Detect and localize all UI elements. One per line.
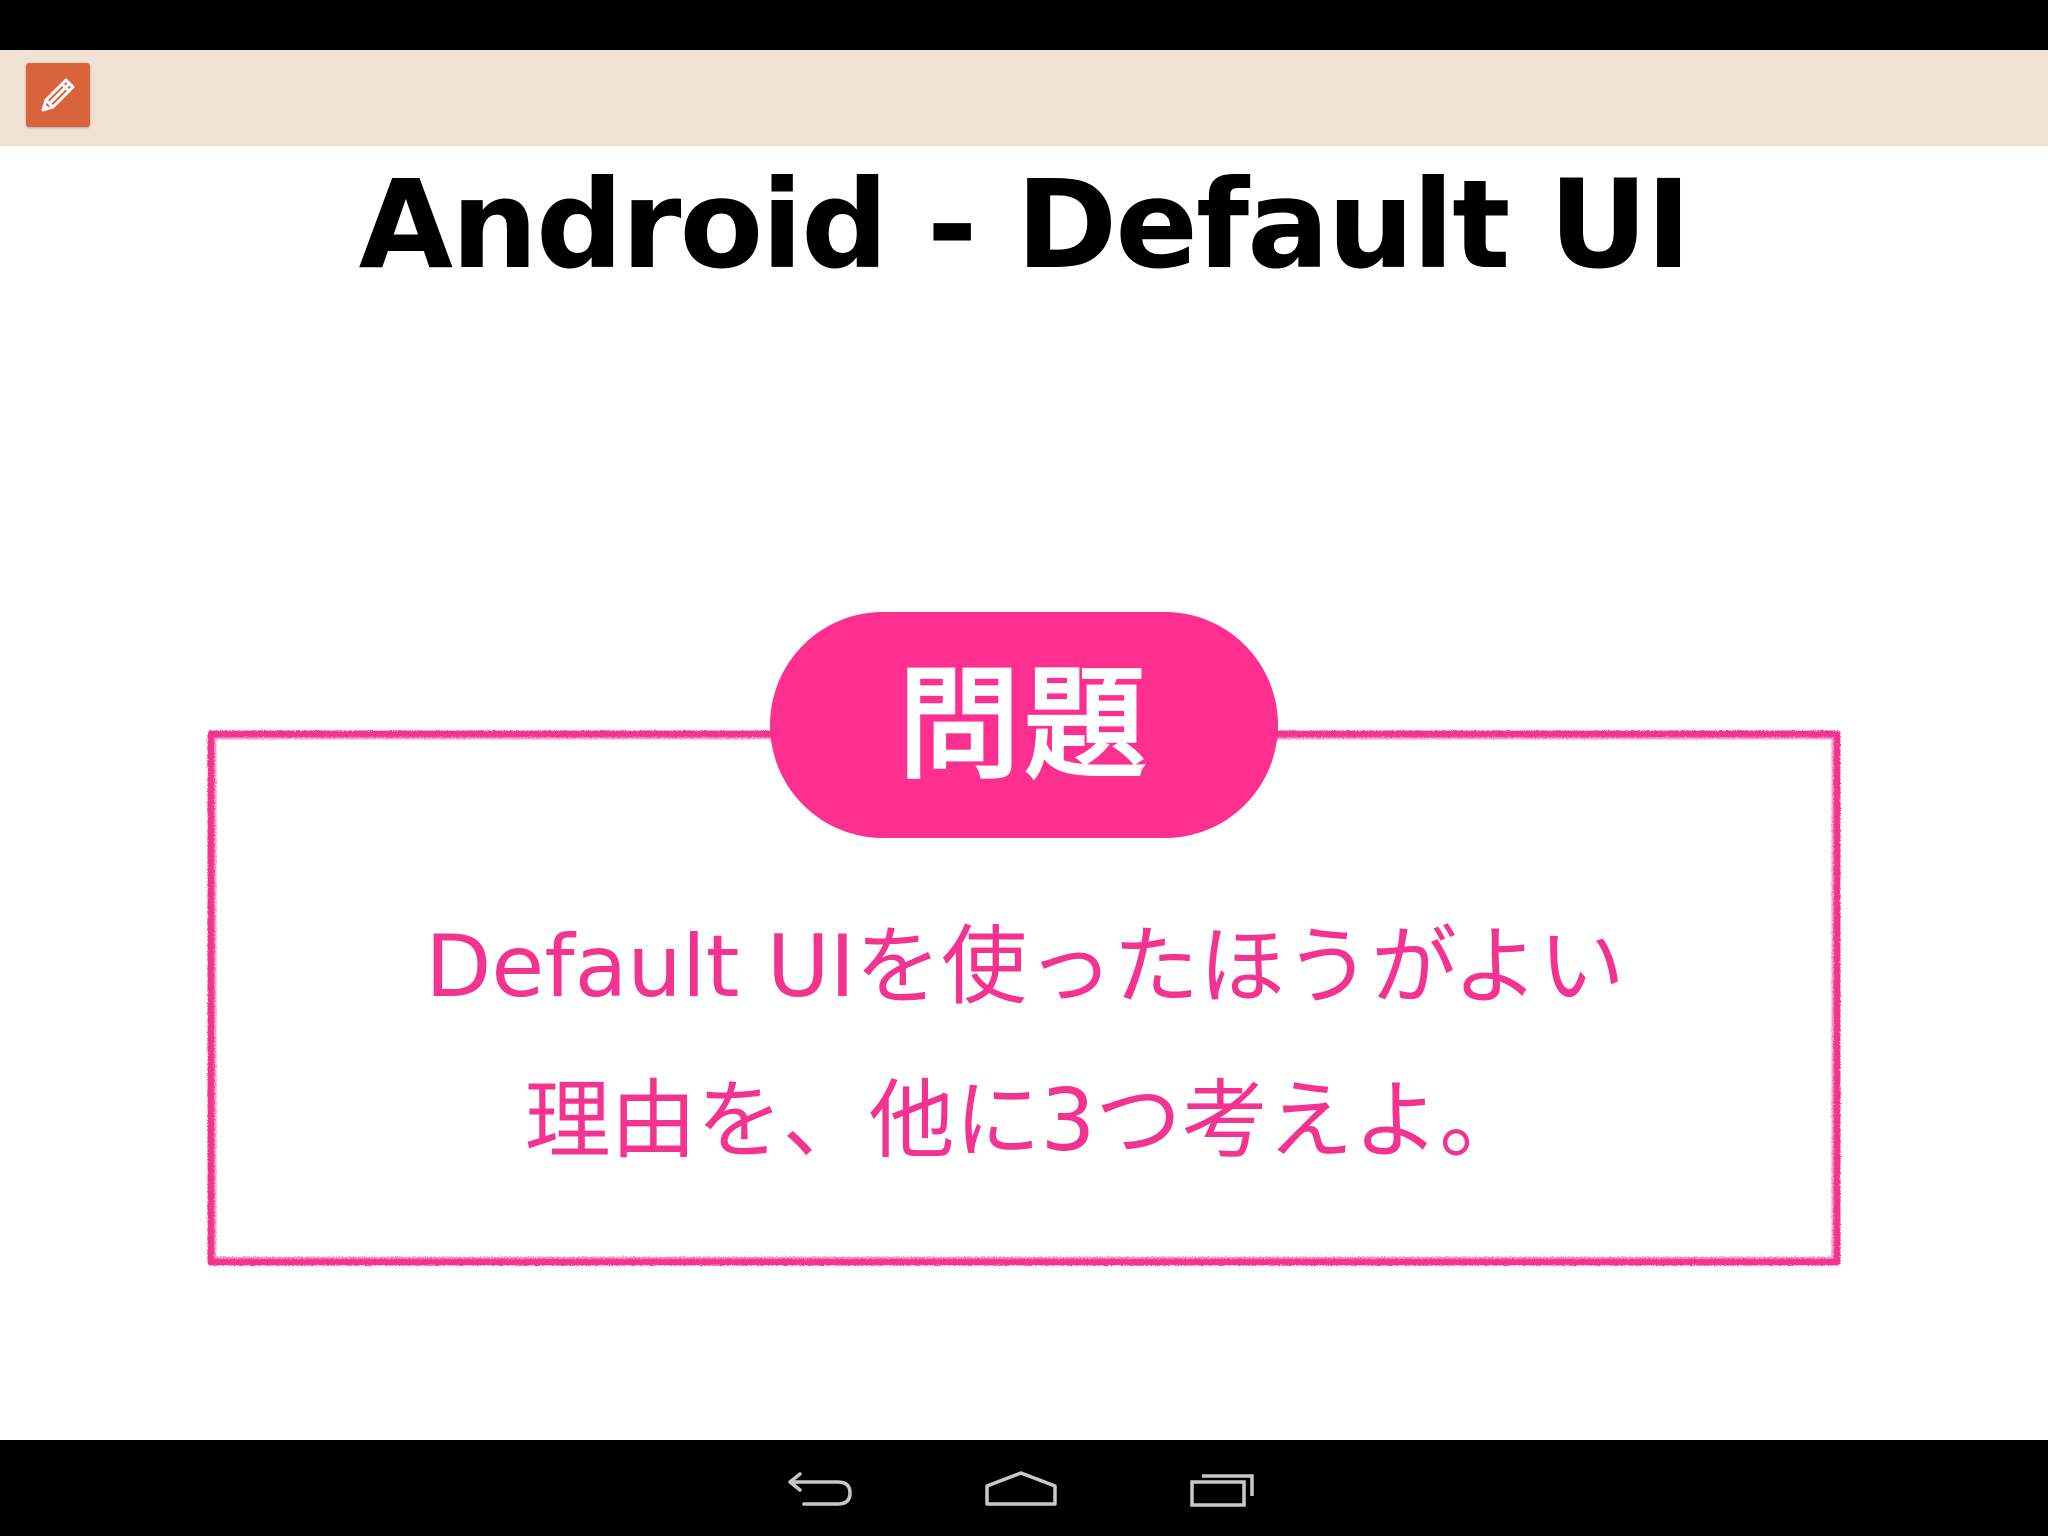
- home-icon: [985, 1471, 1057, 1506]
- back-button[interactable]: [766, 1440, 876, 1536]
- question-badge-label: 問題: [898, 654, 1150, 796]
- back-icon: [788, 1472, 852, 1506]
- question-text: Default UIを使ったほうがよい 理由を、他に3つ考えよ。: [230, 890, 1820, 1198]
- question-line-2: 理由を、他に3つ考えよ。: [524, 1071, 1526, 1171]
- recent-apps-icon: [1190, 1474, 1254, 1507]
- question-badge: 問題: [770, 612, 1278, 838]
- app-bar: [0, 50, 2048, 146]
- home-button[interactable]: [966, 1440, 1076, 1536]
- navigation-bar: [0, 1440, 2048, 1536]
- slide-title: Android - Default UI: [358, 154, 1692, 296]
- question-line-1: Default UIを使ったほうがよい: [425, 917, 1625, 1017]
- pencil-icon[interactable]: [26, 63, 90, 127]
- recent-apps-button[interactable]: [1168, 1440, 1278, 1536]
- status-bar: [0, 0, 2048, 50]
